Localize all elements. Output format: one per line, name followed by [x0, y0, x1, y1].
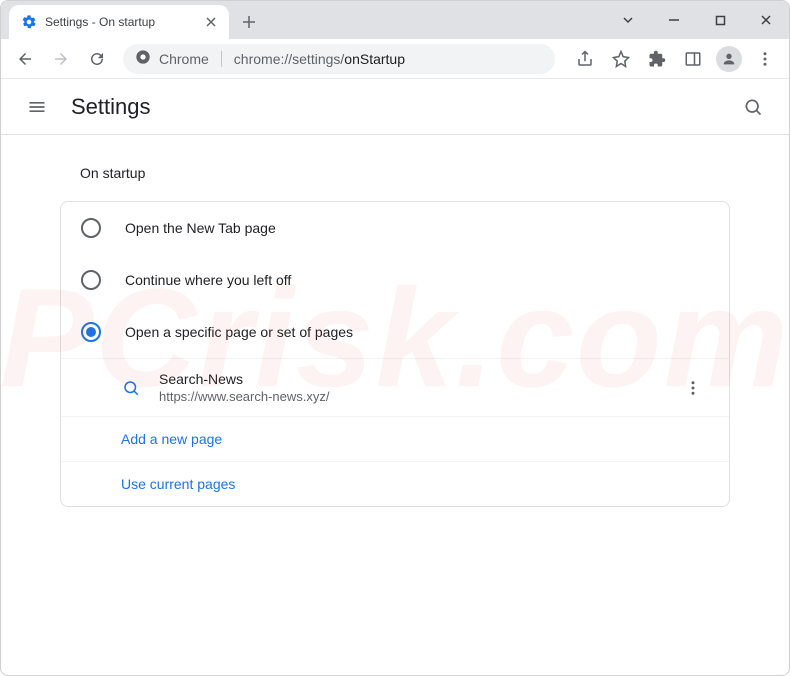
chrome-icon — [135, 49, 151, 68]
settings-header: Settings — [1, 79, 789, 135]
maximize-button[interactable] — [697, 4, 743, 36]
startup-page-name: Search-News — [159, 371, 659, 387]
page-title: Settings — [71, 94, 151, 120]
startup-page-row: Search-News https://www.search-news.xyz/ — [61, 358, 729, 416]
omnibox-chrome-label: Chrome — [159, 51, 209, 67]
titlebar: Settings - On startup — [1, 1, 789, 39]
profile-button[interactable] — [713, 43, 745, 75]
share-icon[interactable] — [569, 43, 601, 75]
omnibox-url-path: onStartup — [344, 51, 405, 67]
forward-button[interactable] — [45, 43, 77, 75]
use-current-pages-link[interactable]: Use current pages — [61, 461, 729, 506]
minimize-button[interactable] — [651, 4, 697, 36]
radio-icon — [81, 270, 101, 290]
omnibox-separator — [221, 51, 222, 67]
browser-tab[interactable]: Settings - On startup — [9, 5, 229, 39]
radio-label: Continue where you left off — [125, 272, 291, 288]
add-new-page-link[interactable]: Add a new page — [61, 416, 729, 461]
on-startup-card: Open the New Tab page Continue where you… — [60, 201, 730, 507]
radio-icon — [81, 322, 101, 342]
close-icon[interactable] — [203, 14, 219, 30]
reload-button[interactable] — [81, 43, 113, 75]
gear-icon — [21, 14, 37, 30]
extensions-icon[interactable] — [641, 43, 673, 75]
radio-new-tab[interactable]: Open the New Tab page — [61, 202, 729, 254]
star-icon[interactable] — [605, 43, 637, 75]
radio-label: Open the New Tab page — [125, 220, 276, 236]
radio-specific-pages[interactable]: Open a specific page or set of pages — [61, 306, 729, 358]
toolbar: Chrome chrome://settings/onStartup — [1, 39, 789, 79]
omnibox[interactable]: Chrome chrome://settings/onStartup — [123, 44, 555, 74]
search-icon[interactable] — [737, 91, 769, 123]
tab-title: Settings - On startup — [45, 15, 195, 29]
page-more-button[interactable] — [677, 372, 709, 404]
chevron-down-icon[interactable] — [605, 4, 651, 36]
search-icon — [121, 378, 141, 398]
hamburger-menu-icon[interactable] — [21, 91, 53, 123]
back-button[interactable] — [9, 43, 41, 75]
side-panel-icon[interactable] — [677, 43, 709, 75]
content-area: On startup Open the New Tab page Continu… — [1, 135, 789, 675]
omnibox-url-prefix: chrome://settings/ — [234, 51, 345, 67]
startup-page-url: https://www.search-news.xyz/ — [159, 389, 659, 404]
radio-label: Open a specific page or set of pages — [125, 324, 353, 340]
menu-button[interactable] — [749, 43, 781, 75]
close-button[interactable] — [743, 4, 789, 36]
radio-icon — [81, 218, 101, 238]
new-tab-button[interactable] — [235, 8, 263, 36]
radio-continue[interactable]: Continue where you left off — [61, 254, 729, 306]
section-title: On startup — [60, 165, 730, 181]
